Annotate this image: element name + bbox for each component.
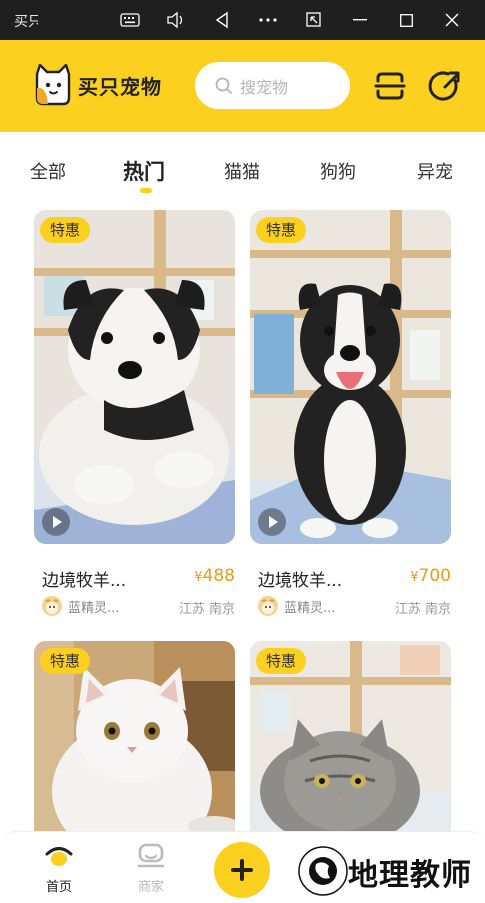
maximize-icon[interactable] [394, 8, 418, 32]
app-header: 买只宠物 搜宠物 [0, 40, 485, 132]
discount-badge: 特惠 [256, 648, 307, 674]
tab-hot[interactable]: 热门 [123, 156, 165, 186]
listing-card[interactable]: 特惠 边境牧羊... ¥700 蓝精灵... 江苏 南京 [250, 210, 451, 620]
play-video-icon[interactable] [42, 508, 70, 536]
watermark: 地理教师 [292, 838, 485, 903]
price-currency: ¥ [194, 570, 203, 585]
tab-cats[interactable]: 猫猫 [224, 158, 260, 184]
listing-card[interactable]: 特惠 [250, 641, 451, 841]
tab-all[interactable]: 全部 [30, 158, 66, 184]
category-tabs: 全部 热门 猫猫 狗狗 异宠 [0, 150, 485, 198]
volume-icon[interactable] [164, 8, 188, 32]
watermark-text: 地理教师 [348, 858, 472, 893]
seller-info[interactable]: 蓝精灵... [42, 596, 119, 616]
more-icon[interactable] [256, 8, 280, 32]
pet-photo[interactable]: 特惠 [34, 210, 235, 544]
tab-dogs[interactable]: 狗狗 [320, 158, 356, 184]
discount-badge: 特惠 [40, 217, 91, 243]
shop-icon [137, 843, 165, 868]
nav-home-label: 首页 [45, 880, 72, 895]
active-tab-indicator [140, 188, 152, 193]
close-icon[interactable] [440, 8, 464, 32]
globe-logo-icon [298, 846, 348, 896]
seller-avatar [258, 596, 278, 616]
discount-badge: 特惠 [256, 217, 307, 243]
listing-card[interactable]: 特惠 边境牧羊... ¥488 蓝精灵... 江苏 南京 [34, 210, 235, 620]
pip-icon[interactable] [302, 8, 326, 32]
seller-info[interactable]: 蓝精灵... [258, 596, 335, 616]
nav-shop-label: 商家 [137, 880, 164, 895]
window-title: 买只宠物 [14, 14, 38, 30]
price-value: 700 [418, 566, 451, 586]
pet-photo[interactable]: 特惠 [34, 641, 235, 841]
price-currency: ¥ [410, 570, 419, 585]
search-icon [215, 77, 232, 94]
pet-photo[interactable]: 特惠 [250, 641, 451, 841]
scan-icon[interactable] [373, 69, 407, 103]
system-bar: 买只宠物 [0, 0, 485, 40]
home-icon [45, 847, 73, 866]
pet-photo[interactable]: 特惠 [250, 210, 451, 544]
play-video-icon[interactable] [258, 508, 286, 536]
keyboard-icon[interactable] [118, 8, 142, 32]
nav-shop[interactable]: 商家 [121, 842, 181, 895]
discount-badge: 特惠 [40, 648, 91, 674]
price-value: 488 [202, 566, 235, 586]
nav-home[interactable]: 首页 [29, 842, 89, 895]
listing-card[interactable]: 特惠 [34, 641, 235, 841]
pet-name: 边境牧羊... [258, 571, 343, 591]
minimize-icon[interactable] [348, 8, 372, 32]
tab-exotic[interactable]: 异宠 [417, 158, 453, 184]
seller-name: 蓝精灵... [284, 600, 336, 616]
back-icon[interactable] [210, 8, 234, 32]
seller-name: 蓝精灵... [68, 600, 120, 616]
cat-logo-icon [35, 64, 71, 106]
search-placeholder: 搜宠物 [240, 77, 289, 97]
pet-name: 边境牧羊... [42, 571, 127, 591]
pet-location: 江苏 南京 [178, 602, 235, 617]
pet-price: ¥488 [194, 566, 235, 586]
app-logo: 买只宠物 [34, 64, 162, 106]
search-box[interactable]: 搜宠物 [195, 62, 350, 109]
pet-price: ¥700 [410, 566, 451, 586]
seller-avatar [42, 596, 62, 616]
pet-location: 江苏 南京 [394, 602, 451, 617]
share-icon[interactable] [428, 69, 462, 103]
brand-name: 买只宠物 [78, 74, 162, 99]
publish-button[interactable] [214, 842, 270, 898]
